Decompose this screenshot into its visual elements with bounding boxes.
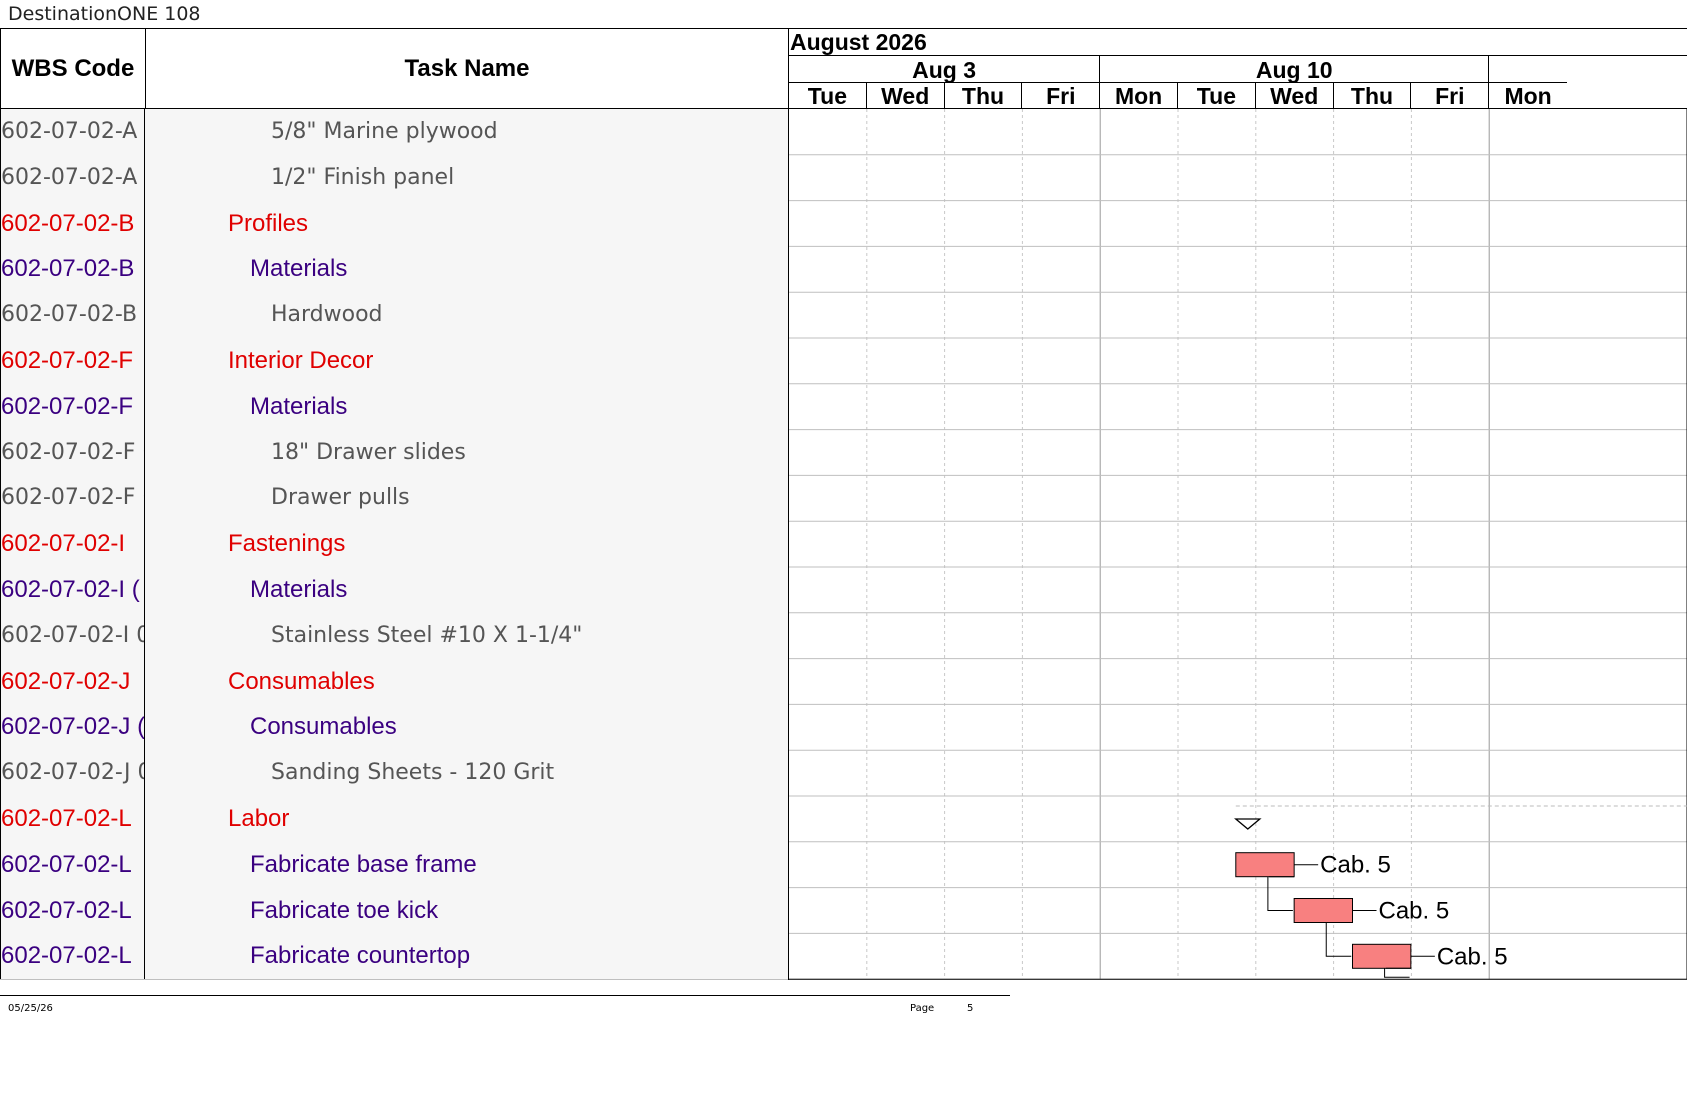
footer-date: 05/25/26 (8, 1003, 53, 1014)
task-row[interactable]: 602-07-02-I Fastenings (0, 521, 788, 568)
task-row[interactable]: 602-07-02-A 0 1/2" Finish panel (0, 154, 788, 202)
gantt-chart-area: Cab. 5 Cab. 5 Cab. 5 (788, 109, 1687, 980)
wbs-code-cell[interactable]: 602-07-02-A 0 (0, 109, 145, 155)
timescale-header: August 2026 Aug 3 Aug 10 Tue Wed Thu Fri Mon T… (788, 28, 1687, 109)
timescale-day: Wed (1256, 83, 1334, 109)
gantt-bar (1293, 898, 1353, 923)
task-name-cell[interactable]: Materials (146, 246, 347, 292)
gantt-bar (1352, 943, 1412, 969)
footer-divider (0, 995, 1010, 996)
task-row[interactable]: 602-07-02-J (Consumables (0, 704, 788, 752)
task-name-cell[interactable]: Consumables (146, 659, 375, 705)
task-row[interactable]: 602-07-02-B Profiles (0, 200, 788, 248)
wbs-code-cell[interactable]: 602-07-02-B (0, 200, 145, 247)
task-name-cell[interactable]: 5/8" Marine plywood (146, 109, 498, 155)
task-name-cell[interactable]: Interior Decor (146, 338, 373, 384)
task-row[interactable]: 602-07-02-J Consumables (0, 658, 788, 706)
timescale-day: Mon (1100, 83, 1178, 109)
wbs-code-cell[interactable]: 602-07-02-F (0, 338, 145, 384)
wbs-code-cell[interactable]: 602-07-02-B (0, 246, 145, 293)
task-row[interactable]: 602-07-02-B 0 Hardwood (0, 292, 788, 339)
task-row[interactable]: 602-07-02-L Fabricate base frame (0, 841, 788, 889)
column-header-task-name[interactable]: Task Name (146, 28, 788, 109)
wbs-code-cell[interactable]: 602-07-02-I (0, 521, 145, 567)
timescale-week: Aug 3 (789, 56, 1101, 83)
gantt-view: WBS Code Task Name August 2026 Aug 3 Aug … (0, 28, 1687, 1055)
task-name-cell[interactable]: 1/2" Finish panel (146, 155, 454, 201)
timescale-day: Tue (789, 83, 867, 109)
wbs-code-cell[interactable]: 602-07-02-F (0, 383, 145, 430)
wbs-code-cell[interactable]: 602-07-02-L (0, 841, 145, 888)
wbs-code-cell[interactable]: 602-07-02-I ( (0, 567, 145, 613)
task-row[interactable]: 602-07-02-F 0 18" Drawer slides (0, 429, 788, 477)
task-name-cell[interactable]: Consumables (146, 704, 397, 750)
task-name-cell[interactable]: Fabricate toe kick (146, 888, 438, 934)
gantt-bar-label: Cab. 5 (1320, 852, 1391, 879)
task-row[interactable]: 602-07-02-A 0 5/8" Marine plywood (0, 109, 788, 156)
task-row[interactable]: 602-07-02-L Labor (0, 796, 788, 843)
task-name-cell[interactable]: Fastenings (146, 521, 345, 567)
task-name-cell[interactable]: Labor (146, 796, 289, 842)
timescale-day: Thu (1334, 83, 1412, 109)
task-row[interactable]: 602-07-02-L Fabricate countertop (0, 933, 788, 981)
task-row[interactable]: 602-07-02-I (Materials (0, 567, 788, 614)
footer-page-number: 5 (967, 1003, 974, 1014)
gantt-bar-label: Cab. 5 (1437, 943, 1508, 970)
timescale-day: Mon (1504, 83, 1552, 109)
wbs-code-cell[interactable]: 602-07-02-L (0, 796, 145, 842)
wbs-code-cell[interactable]: 602-07-02-L (0, 887, 145, 934)
dependency-connector (1325, 922, 1353, 957)
gantt-bar-label: Cab. 5 (1379, 898, 1450, 925)
wbs-code-cell[interactable]: 602-07-02-J 01 (0, 750, 145, 796)
task-name-cell[interactable]: Profiles (146, 201, 308, 247)
timescale-day: Fri (1411, 83, 1490, 109)
task-name-cell[interactable]: Materials (146, 384, 347, 430)
task-name-cell[interactable]: 18" Drawer slides (146, 430, 466, 476)
wbs-code-cell[interactable]: 602-07-02-J ( (0, 704, 145, 751)
wbs-code-cell[interactable]: 602-07-02-F 0 (0, 475, 145, 522)
timescale-day: Wed (867, 83, 945, 109)
wbs-code-cell[interactable]: 602-07-02-L (0, 933, 145, 980)
task-name-cell[interactable]: Materials (146, 567, 347, 613)
task-row[interactable]: 602-07-02-I 01Stainless Steel #10 X 1-1/… (0, 612, 788, 660)
wbs-code-cell[interactable]: 602-07-02-J (0, 658, 145, 705)
dependency-connector (1267, 876, 1295, 911)
timescale-week (1489, 56, 1567, 83)
task-row[interactable]: 602-07-02-F Materials (0, 383, 788, 431)
wbs-code-cell[interactable]: 602-07-02-A 0 (0, 154, 145, 201)
task-name-cell[interactable]: Fabricate base frame (146, 842, 477, 888)
task-name-cell[interactable]: Fabricate countertop (146, 933, 470, 979)
task-row[interactable]: 602-07-02-J 01Sanding Sheets - 120 Grit (0, 750, 788, 797)
wbs-code-cell[interactable]: 602-07-02-I 01 (0, 612, 145, 659)
task-name-cell[interactable]: Stainless Steel #10 X 1-1/4" (146, 613, 582, 659)
task-name-cell[interactable]: Hardwood (146, 292, 383, 338)
timescale-day: Tue (1178, 83, 1256, 109)
timescale-week: Aug 10 (1100, 56, 1490, 83)
dependency-connector (1384, 967, 1411, 978)
task-row[interactable]: 602-07-02-B Materials (0, 246, 788, 294)
task-row[interactable]: 602-07-02-L Fabricate toe kick (0, 887, 788, 935)
gantt-bar (1235, 852, 1295, 878)
task-name-cell[interactable]: Drawer pulls (146, 475, 410, 521)
timescale-month: August 2026 (789, 29, 1687, 56)
task-row[interactable]: 602-07-02-F Interior Decor (0, 338, 788, 385)
timescale-day: Thu (945, 83, 1023, 109)
task-name-cell[interactable]: Sanding Sheets - 120 Grit (146, 750, 554, 796)
timescale-day: Fri (1022, 83, 1101, 109)
wbs-code-cell[interactable]: 602-07-02-F 0 (0, 429, 145, 476)
wbs-code-cell[interactable]: 602-07-02-B 0 (0, 292, 145, 338)
column-header-wbs[interactable]: WBS Code (0, 28, 146, 109)
footer-page-label: Page (910, 1003, 935, 1014)
task-row[interactable]: 602-07-02-F 0 Drawer pulls (0, 475, 788, 523)
document-title: DestinationONE 108 (8, 3, 201, 25)
